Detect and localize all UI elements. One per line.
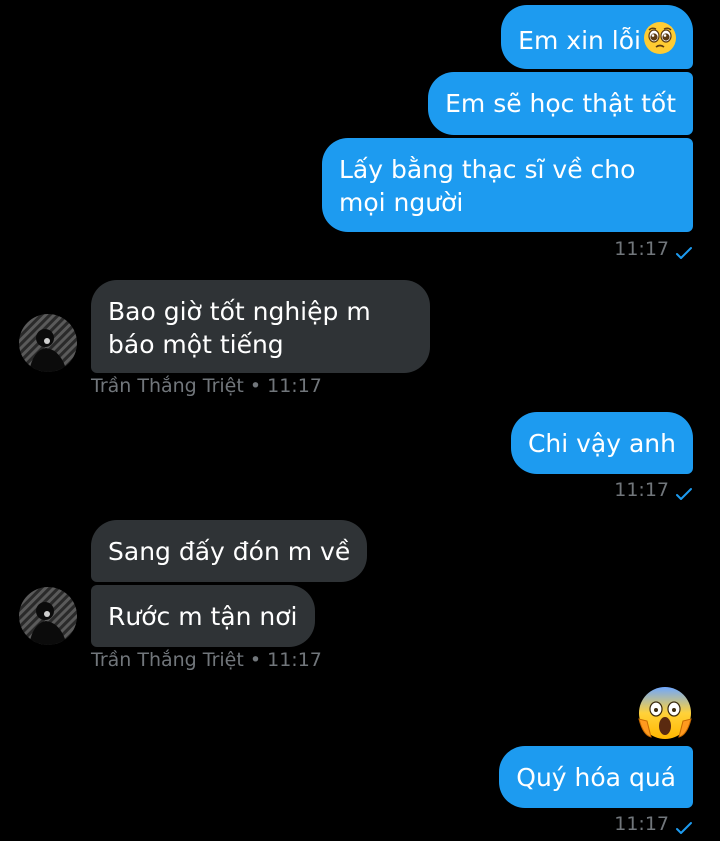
outgoing-message[interactable]: Lấy bằng thạc sĩ về cho mọi người: [322, 138, 693, 232]
message-text: Lấy bằng thạc sĩ về cho mọi người: [339, 155, 636, 217]
message-text: Chi vậy anh: [527, 429, 676, 458]
message-timestamp: 11:17: [614, 812, 693, 836]
incoming-message[interactable]: Sang đấy đón m về: [91, 520, 368, 582]
message-text: Sang đấy đón m về: [108, 537, 351, 566]
message-text: Bao giờ tốt nghiệp m báo một tiếng: [108, 297, 371, 359]
checkmark-icon: [675, 242, 693, 259]
timestamp-text: 11:17: [614, 238, 669, 260]
message-timestamp: 11:17: [614, 237, 693, 261]
outgoing-message[interactable]: Em sẽ học thật tốt: [428, 72, 693, 135]
avatar[interactable]: [19, 587, 77, 645]
incoming-message[interactable]: Rước m tận nơi: [91, 585, 315, 647]
message-text: Em sẽ học thật tốt: [445, 89, 676, 118]
outgoing-message[interactable]: Quý hóa quá: [499, 746, 693, 808]
checkmark-icon: [675, 817, 693, 834]
pleading-face-emoji-icon: [643, 21, 677, 63]
sender-name-time: Trần Thắng Triệt • 11:17: [91, 649, 322, 671]
message-text: Em xin lỗi: [518, 26, 641, 55]
sender-name-time: Trần Thắng Triệt • 11:17: [91, 375, 322, 397]
avatar[interactable]: [19, 314, 77, 372]
outgoing-message[interactable]: Em xin lỗi: [501, 5, 693, 69]
timestamp-text: 11:17: [614, 479, 669, 501]
incoming-message[interactable]: Bao giờ tốt nghiệp m báo một tiếng: [91, 280, 430, 373]
outgoing-message[interactable]: Chi vậy anh: [510, 412, 693, 474]
message-text: Rước m tận nơi: [108, 602, 298, 631]
message-timestamp: 11:17: [614, 478, 693, 502]
message-text: Quý hóa quá: [516, 763, 676, 792]
sender-meta: Trần Thắng Triệt • 11:17: [91, 374, 322, 398]
sender-meta: Trần Thắng Triệt • 11:17: [91, 648, 322, 672]
checkmark-icon: [675, 483, 693, 500]
screaming-face-emoji-icon[interactable]: [637, 685, 693, 741]
timestamp-text: 11:17: [614, 813, 669, 835]
